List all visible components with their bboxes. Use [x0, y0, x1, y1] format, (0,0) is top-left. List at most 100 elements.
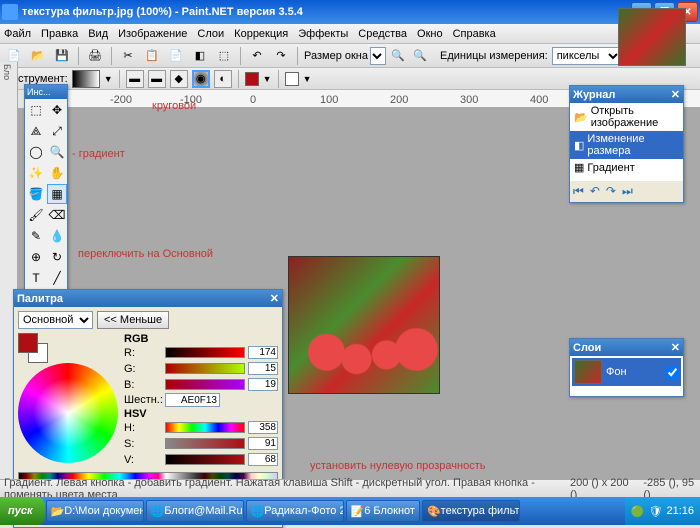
input-h[interactable]: [248, 421, 278, 434]
history-title[interactable]: Журнал: [573, 89, 615, 101]
history-item[interactable]: ▦Градиент: [570, 159, 683, 176]
color-swatch-1[interactable]: [245, 72, 259, 86]
color-swatch-2[interactable]: [285, 72, 299, 86]
input-b[interactable]: [248, 378, 278, 391]
primary-color-swatch[interactable]: [18, 333, 38, 353]
gradient-linear-icon[interactable]: ▬: [126, 70, 144, 88]
menu-file[interactable]: Файл: [4, 28, 31, 40]
tool-text[interactable]: T: [26, 268, 46, 288]
task-item[interactable]: 📝6 Блокнот: [346, 500, 420, 522]
canvas-image[interactable]: [288, 256, 440, 394]
layers-close-icon[interactable]: ✕: [671, 341, 680, 354]
tool-wand[interactable]: ✨: [26, 163, 46, 183]
input-r[interactable]: [248, 346, 278, 359]
history-item[interactable]: ◧Изменение размера: [570, 131, 683, 159]
tool-pencil[interactable]: ✎: [26, 226, 46, 246]
slider-g[interactable]: [165, 363, 245, 374]
tools-panel-title[interactable]: Инс...: [25, 85, 67, 99]
print-icon[interactable]: 🖨: [85, 46, 105, 66]
tray-icon[interactable]: 🟢: [631, 505, 645, 518]
tool-gradient[interactable]: ▦: [47, 184, 67, 204]
input-s[interactable]: [248, 437, 278, 450]
palette-title[interactable]: Палитра: [17, 293, 63, 305]
tool-pan[interactable]: ✋: [47, 163, 67, 183]
system-tray[interactable]: 🟢 🛡 21:16: [625, 497, 700, 525]
annotation-gradient: - градиент: [72, 148, 125, 160]
layer-visible-checkbox[interactable]: [666, 366, 679, 379]
units-select[interactable]: пикселы: [552, 47, 622, 65]
layer-item[interactable]: Фон: [572, 358, 681, 386]
task-item-active[interactable]: 🎨текстура фильтр.j...: [422, 500, 520, 522]
zoom-out-icon[interactable]: 🔍: [410, 46, 430, 66]
slider-r[interactable]: [165, 347, 245, 358]
layers-title[interactable]: Слои: [573, 342, 601, 354]
gradient-linear2-icon[interactable]: ▬: [148, 70, 166, 88]
tool-recolor[interactable]: ↻: [47, 247, 67, 267]
history-close-icon[interactable]: ✕: [671, 88, 680, 101]
tool-clone[interactable]: ⊕: [26, 247, 46, 267]
layers-panel: Слои ✕ Фон: [569, 338, 684, 397]
undo-icon[interactable]: ↶: [247, 46, 267, 66]
input-v[interactable]: [248, 453, 278, 466]
start-button[interactable]: пуск: [0, 497, 45, 525]
tool-ellipse-sel[interactable]: ◯: [26, 142, 46, 162]
slider-s[interactable]: [165, 438, 245, 449]
palette-mode-select[interactable]: Основной: [18, 311, 93, 329]
history-first-icon[interactable]: ⏮: [573, 184, 584, 199]
menu-adjust[interactable]: Коррекция: [234, 28, 288, 40]
main-toolbar: 📄 📂 💾 🖨 ✂ 📋 📄 ◧ ⬚ ↶ ↷ Размер окна 🔍 🔍 Ед…: [0, 44, 700, 68]
palette-close-icon[interactable]: ✕: [270, 292, 279, 305]
tool-picker[interactable]: 💧: [47, 226, 67, 246]
history-redo-icon[interactable]: ↷: [606, 184, 616, 199]
open-icon[interactable]: 📂: [28, 46, 48, 66]
color-wheel[interactable]: [18, 363, 118, 463]
history-last-icon[interactable]: ⏭: [622, 184, 633, 199]
tool-brush[interactable]: 🖌: [26, 205, 46, 225]
tool-eraser[interactable]: ⌫: [47, 205, 67, 225]
menu-view[interactable]: Вид: [88, 28, 108, 40]
cut-icon[interactable]: ✂: [118, 46, 138, 66]
document-thumbnail[interactable]: [618, 8, 686, 66]
save-icon[interactable]: 💾: [52, 46, 72, 66]
gradient-diamond-icon[interactable]: ◆: [170, 70, 188, 88]
tool-rect-select[interactable]: ⬚: [26, 100, 46, 120]
zoom-select[interactable]: [370, 47, 386, 65]
menu-window[interactable]: Окно: [417, 28, 443, 40]
taskbar: пуск 📂D:\Мои документы\... 🌐Блоги@Mail.R…: [0, 497, 700, 525]
deselect-icon[interactable]: ⬚: [214, 46, 234, 66]
history-undo-icon[interactable]: ↶: [590, 184, 600, 199]
menu-effects[interactable]: Эффекты: [298, 28, 348, 40]
tool-move-sel[interactable]: ⤢: [47, 121, 67, 141]
input-hex[interactable]: [165, 393, 220, 407]
tool-line[interactable]: ╱: [47, 268, 67, 288]
redo-icon[interactable]: ↷: [271, 46, 291, 66]
menu-tools[interactable]: Средства: [358, 28, 407, 40]
slider-b[interactable]: [165, 379, 245, 390]
history-item[interactable]: 📂Открыть изображение: [570, 103, 683, 131]
gradient-conical-icon[interactable]: ◐: [214, 70, 232, 88]
gradient-preview[interactable]: [72, 70, 100, 88]
tray-time: 21:16: [666, 505, 694, 517]
palette-less-button[interactable]: << Меньше: [97, 311, 169, 329]
paste-icon[interactable]: 📄: [166, 46, 186, 66]
zoom-in-icon[interactable]: 🔍: [388, 46, 408, 66]
slider-h[interactable]: [165, 422, 245, 433]
menu-layers[interactable]: Слои: [197, 28, 224, 40]
menu-bar: Файл Правка Вид Изображение Слои Коррекц…: [0, 24, 700, 44]
tray-icon[interactable]: 🛡: [649, 505, 663, 518]
menu-help[interactable]: Справка: [453, 28, 496, 40]
task-item[interactable]: 🌐Блоги@Mail.Ru: Но...: [146, 500, 244, 522]
gradient-radial-icon[interactable]: ◉: [192, 70, 210, 88]
tool-move[interactable]: ✥: [47, 100, 67, 120]
menu-edit[interactable]: Правка: [41, 28, 78, 40]
menu-image[interactable]: Изображение: [118, 28, 187, 40]
task-item[interactable]: 📂D:\Мои документы\...: [46, 500, 144, 522]
crop-icon[interactable]: ◧: [190, 46, 210, 66]
tool-lasso[interactable]: ⟁: [26, 121, 46, 141]
slider-v[interactable]: [165, 454, 245, 465]
task-item[interactable]: 🌐Радикал-Фото 2.6 ...: [246, 500, 344, 522]
tool-bucket[interactable]: 🪣: [26, 184, 46, 204]
copy-icon[interactable]: 📋: [142, 46, 162, 66]
input-g[interactable]: [248, 362, 278, 375]
tool-zoom[interactable]: 🔍: [47, 142, 67, 162]
